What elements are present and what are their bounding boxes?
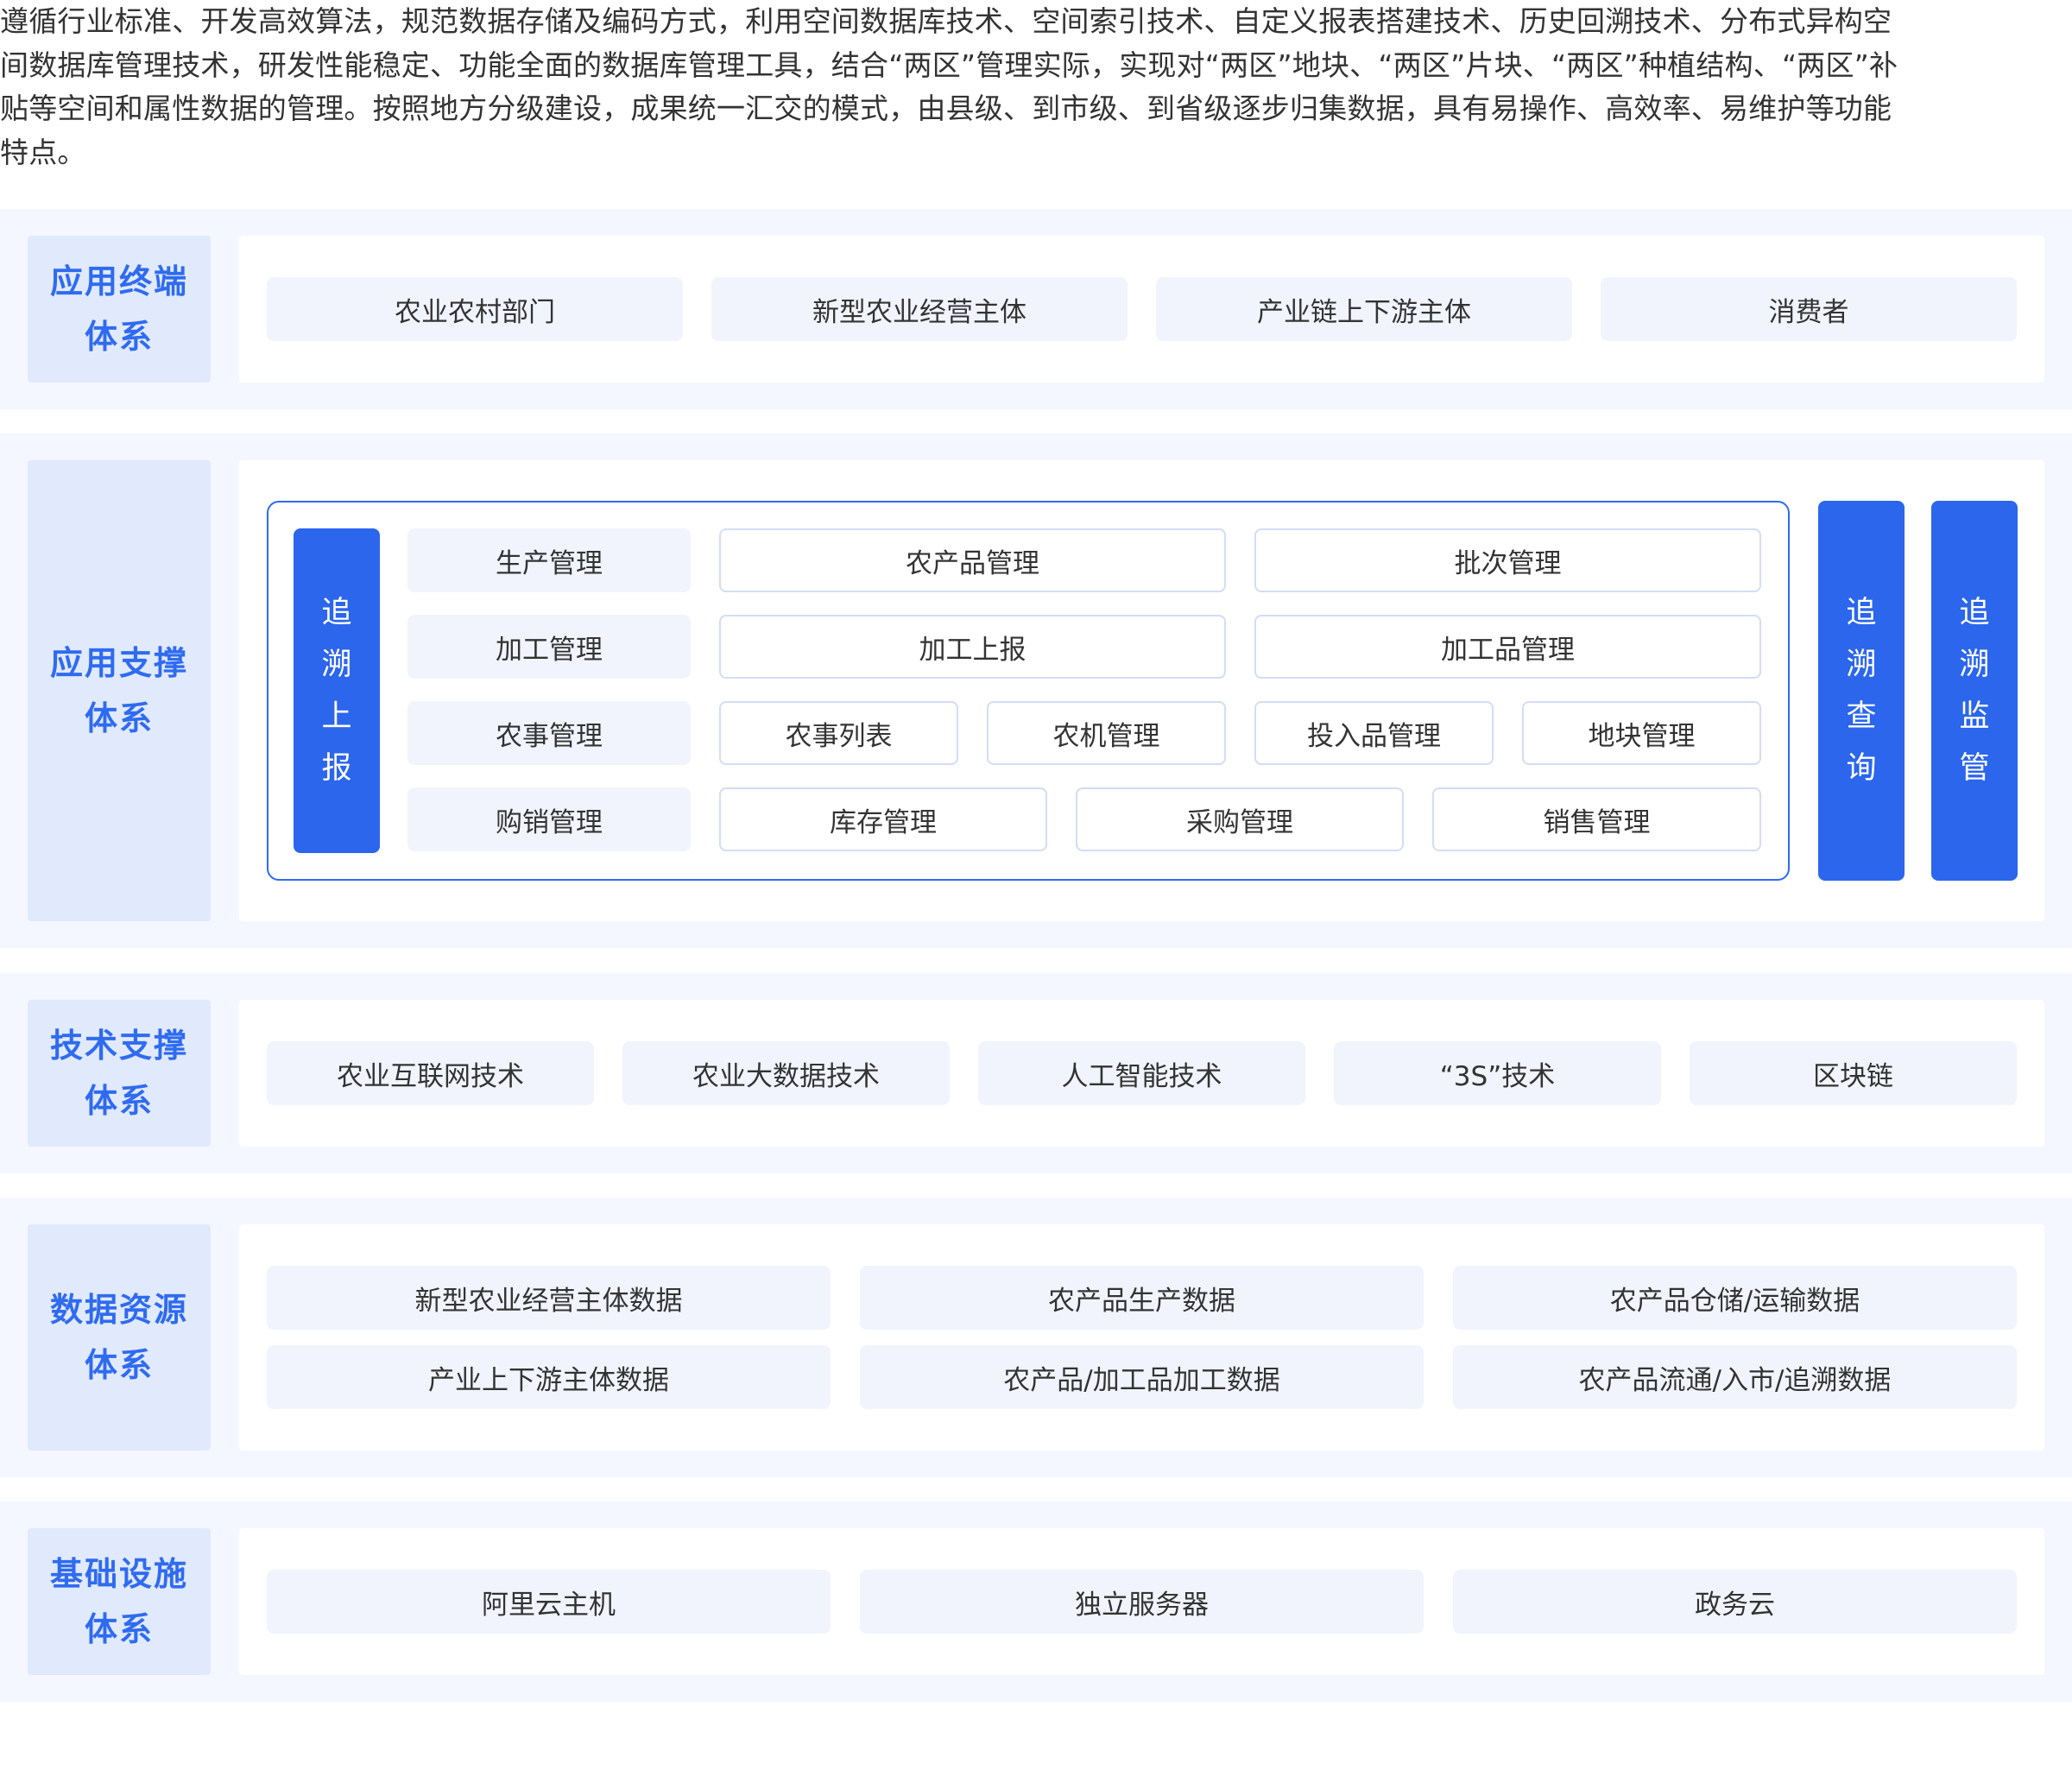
support-item: 地块管理 <box>1522 701 1761 765</box>
intro-line: 间数据库管理技术，研发性能稳定、功能全面的数据库管理工具，结合“两区”管理实际，… <box>0 47 1898 82</box>
support-item: 投入品管理 <box>1254 701 1494 765</box>
layer-label-data: 数据资源 体系 <box>28 1224 211 1451</box>
layer-label-line: 体系 <box>84 318 154 356</box>
layer-label-line: 体系 <box>84 699 154 737</box>
tech-item: 人工智能技术 <box>978 1041 1305 1105</box>
data-item: 农产品/加工品加工数据 <box>860 1345 1424 1409</box>
bar-char: 管 <box>1959 751 1990 786</box>
tech-item: 区块链 <box>1690 1041 2017 1105</box>
layer-support: 应用支撑 体系 追 溯 上 报 生产管理 农产品管理 批次管理 加工管理 加工上… <box>0 433 2072 948</box>
support-item: 批次管理 <box>1254 528 1761 592</box>
layer-label-infra: 基础设施 体系 <box>28 1528 211 1675</box>
data-item: 农产品流通/入市/追溯数据 <box>1453 1345 2017 1409</box>
bar-char: 追 <box>1959 596 1990 630</box>
data-item: 农产品仓储/运输数据 <box>1453 1266 2017 1330</box>
layer-panel-tech: 农业互联网技术 农业大数据技术 人工智能技术 “3S”技术 区块链 <box>239 1000 2044 1147</box>
support-row-name: 生产管理 <box>407 528 691 592</box>
support-item: 农机管理 <box>987 701 1226 765</box>
tech-item: 农业大数据技术 <box>622 1041 950 1105</box>
layer-label-tech: 技术支撑 体系 <box>28 1000 211 1147</box>
infra-item: 阿里云主机 <box>267 1570 831 1634</box>
terminal-item: 农业农村部门 <box>267 277 683 341</box>
intro-line: 贴等空间和属性数据的管理。按照地方分级建设，成果统一汇交的模式，由县级、到市级、… <box>0 92 1892 125</box>
trace-query-bar: 追 溯 查 询 <box>1818 501 1905 881</box>
layer-label-support: 应用支撑 体系 <box>28 460 211 921</box>
layer-label-line: 体系 <box>84 1610 154 1648</box>
bar-char: 追 <box>1846 596 1877 630</box>
terminal-item: 新型农业经营主体 <box>711 277 1128 341</box>
layer-panel-infra: 阿里云主机 独立服务器 政务云 <box>239 1528 2044 1675</box>
layer-label-line: 应用终端 <box>49 262 188 300</box>
layer-label-line: 应用支撑 <box>49 644 188 682</box>
support-item: 农产品管理 <box>719 528 1226 592</box>
bar-char: 溯 <box>1959 648 1990 682</box>
layer-label-line: 体系 <box>84 1082 154 1120</box>
bar-char: 上 <box>321 699 352 734</box>
intro-line: 遵循行业标准、开发高效算法，规范数据存储及编码方式，利用空间数据库技术、空间索引… <box>0 4 1892 38</box>
infra-item: 独立服务器 <box>860 1570 1424 1634</box>
tech-item: “3S”技术 <box>1334 1041 1661 1105</box>
support-item: 加工品管理 <box>1254 615 1761 679</box>
layer-tech: 技术支撑 体系 农业互联网技术 农业大数据技术 人工智能技术 “3S”技术 区块… <box>0 973 2072 1173</box>
support-row-name: 加工管理 <box>407 615 691 679</box>
layer-panel-data: 新型农业经营主体数据 农产品生产数据 农产品仓储/运输数据 产业上下游主体数据 … <box>239 1224 2044 1451</box>
layer-label-line: 体系 <box>84 1346 154 1384</box>
layer-terminal: 应用终端 体系 农业农村部门 新型农业经营主体 产业链上下游主体 消费者 <box>0 209 2072 409</box>
support-item: 加工上报 <box>719 615 1226 679</box>
bar-char: 报 <box>321 751 352 786</box>
layer-infra: 基础设施 体系 阿里云主机 独立服务器 政务云 <box>0 1501 2072 1702</box>
data-item: 新型农业经营主体数据 <box>267 1266 831 1330</box>
bar-char: 溯 <box>1846 648 1877 682</box>
layer-panel-support: 追 溯 上 报 生产管理 农产品管理 批次管理 加工管理 加工上报 加工品管理 … <box>239 460 2044 921</box>
support-item: 采购管理 <box>1076 787 1404 851</box>
intro-paragraph: 遵循行业标准、开发高效算法，规范数据存储及编码方式，利用空间数据库技术、空间索引… <box>0 0 2072 174</box>
bar-char: 追 <box>321 596 352 630</box>
support-row-name: 农事管理 <box>407 701 691 765</box>
layer-data: 数据资源 体系 新型农业经营主体数据 农产品生产数据 农产品仓储/运输数据 产业… <box>0 1198 2072 1477</box>
data-item: 产业上下游主体数据 <box>267 1345 831 1409</box>
layer-label-terminal: 应用终端 体系 <box>28 236 211 382</box>
data-item: 农产品生产数据 <box>860 1266 1424 1330</box>
support-item: 销售管理 <box>1432 787 1761 851</box>
support-item: 库存管理 <box>719 787 1047 851</box>
bar-char: 监 <box>1959 699 1990 734</box>
layer-label-line: 基础设施 <box>49 1555 188 1593</box>
tech-item: 农业互联网技术 <box>267 1041 594 1105</box>
layer-label-line: 数据资源 <box>49 1291 188 1329</box>
terminal-item: 消费者 <box>1601 277 2017 341</box>
support-row-name: 购销管理 <box>407 787 691 851</box>
support-item: 农事列表 <box>719 701 958 765</box>
intro-line: 特点。 <box>0 135 86 169</box>
infra-item: 政务云 <box>1453 1570 2017 1634</box>
bar-char: 查 <box>1846 699 1877 734</box>
bar-char: 询 <box>1846 751 1877 786</box>
trace-report-bar: 追 溯 上 报 <box>294 528 380 853</box>
layer-label-line: 技术支撑 <box>49 1027 188 1065</box>
trace-monitor-bar: 追 溯 监 管 <box>1931 501 2018 881</box>
layer-panel-terminal: 农业农村部门 新型农业经营主体 产业链上下游主体 消费者 <box>239 236 2044 382</box>
bar-char: 溯 <box>321 648 352 682</box>
terminal-item: 产业链上下游主体 <box>1156 277 1572 341</box>
